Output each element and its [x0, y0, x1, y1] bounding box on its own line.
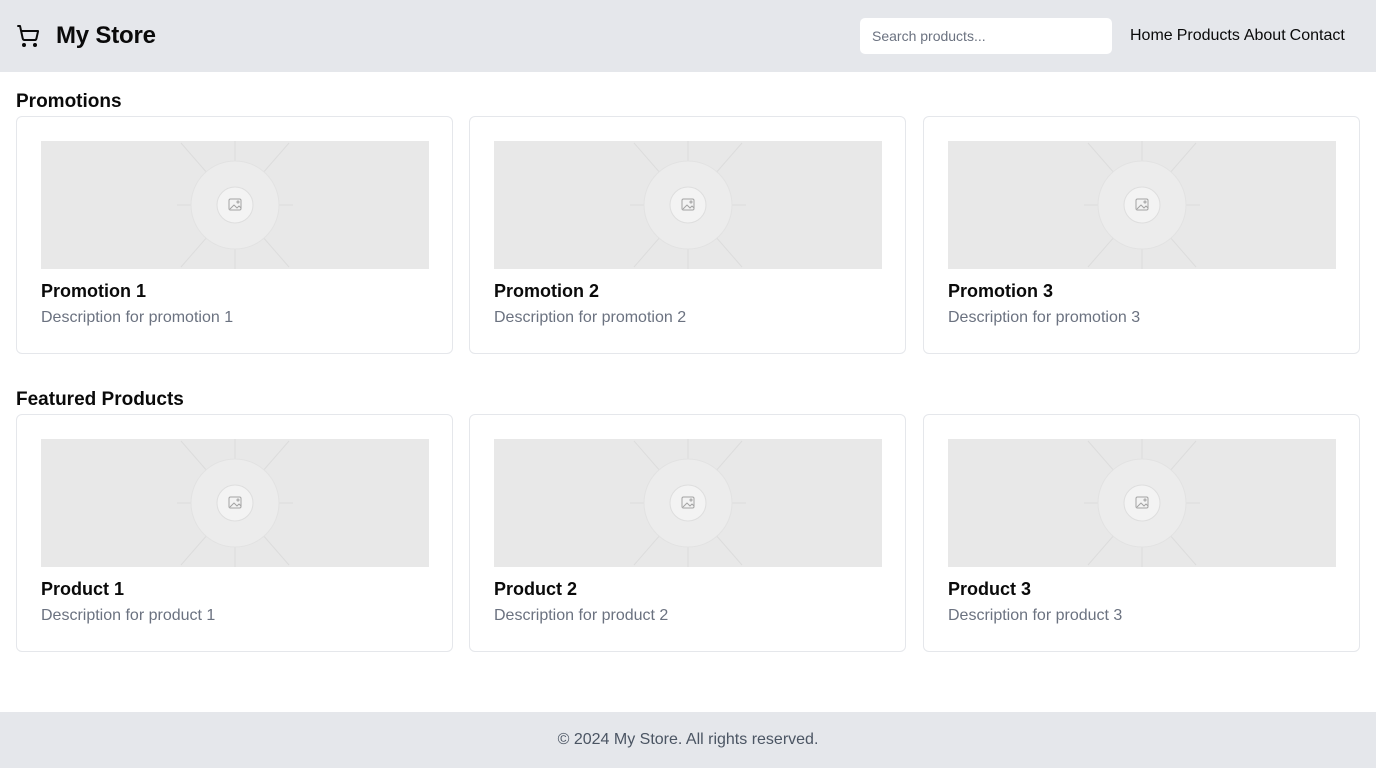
site-header: My Store Home Products About Contact — [0, 0, 1376, 72]
promotion-name: Promotion 2 — [494, 281, 600, 301]
nav-link-products[interactable]: Products — [1177, 24, 1240, 48]
promotion-image — [494, 141, 882, 269]
image-placeholder-icon — [41, 141, 429, 269]
promotion-card[interactable]: Promotion 3 Description for promotion 3 — [923, 116, 1360, 354]
product-card[interactable]: Product 2 Description for product 2 — [469, 414, 906, 652]
featured-products-heading: Featured Products — [16, 389, 184, 410]
product-description: Description for product 1 — [41, 607, 216, 624]
product-card[interactable]: Product 3 Description for product 3 — [923, 414, 1360, 652]
search-input[interactable] — [859, 17, 1113, 55]
main-nav: Home Products About Contact — [1130, 24, 1345, 48]
featured-products-grid: Product 1 Description for product 1 Prod… — [16, 414, 1360, 652]
site-footer: © 2024 My Store. All rights reserved. — [0, 712, 1376, 768]
product-description: Description for product 2 — [494, 607, 669, 624]
product-name: Product 1 — [41, 579, 125, 599]
promotion-image — [41, 141, 429, 269]
promotion-description: Description for promotion 1 — [41, 309, 234, 326]
nav-link-home[interactable]: Home — [1130, 24, 1173, 48]
promotion-card[interactable]: Promotion 1 Description for promotion 1 — [16, 116, 453, 354]
page: My Store Home Products About Contact Pro… — [0, 0, 1376, 768]
promotions-grid: Promotion 1 Description for promotion 1 … — [16, 116, 1360, 354]
image-placeholder-icon — [494, 141, 882, 269]
store-title: My Store — [56, 22, 156, 49]
brand[interactable]: My Store — [16, 20, 156, 52]
image-placeholder-icon — [494, 439, 882, 567]
cart-icon — [17, 25, 40, 47]
promotions-heading: Promotions — [16, 91, 122, 112]
product-image — [41, 439, 429, 567]
copyright-text: © 2024 My Store. All rights reserved. — [557, 731, 819, 748]
promotion-name: Promotion 1 — [41, 281, 147, 301]
nav-link-about[interactable]: About — [1244, 24, 1286, 48]
product-description: Description for product 3 — [948, 607, 1123, 624]
product-image — [494, 439, 882, 567]
product-name: Product 3 — [948, 579, 1032, 599]
nav-link-contact[interactable]: Contact — [1290, 24, 1345, 48]
product-card[interactable]: Product 1 Description for product 1 — [16, 414, 453, 652]
promotion-description: Description for promotion 2 — [494, 309, 687, 326]
image-placeholder-icon — [948, 141, 1336, 269]
promotion-image — [948, 141, 1336, 269]
promotion-description: Description for promotion 3 — [948, 309, 1141, 326]
promotion-name: Promotion 3 — [948, 281, 1054, 301]
promotion-card[interactable]: Promotion 2 Description for promotion 2 — [469, 116, 906, 354]
image-placeholder-icon — [948, 439, 1336, 567]
product-name: Product 2 — [494, 579, 578, 599]
product-image — [948, 439, 1336, 567]
image-placeholder-icon — [41, 439, 429, 567]
